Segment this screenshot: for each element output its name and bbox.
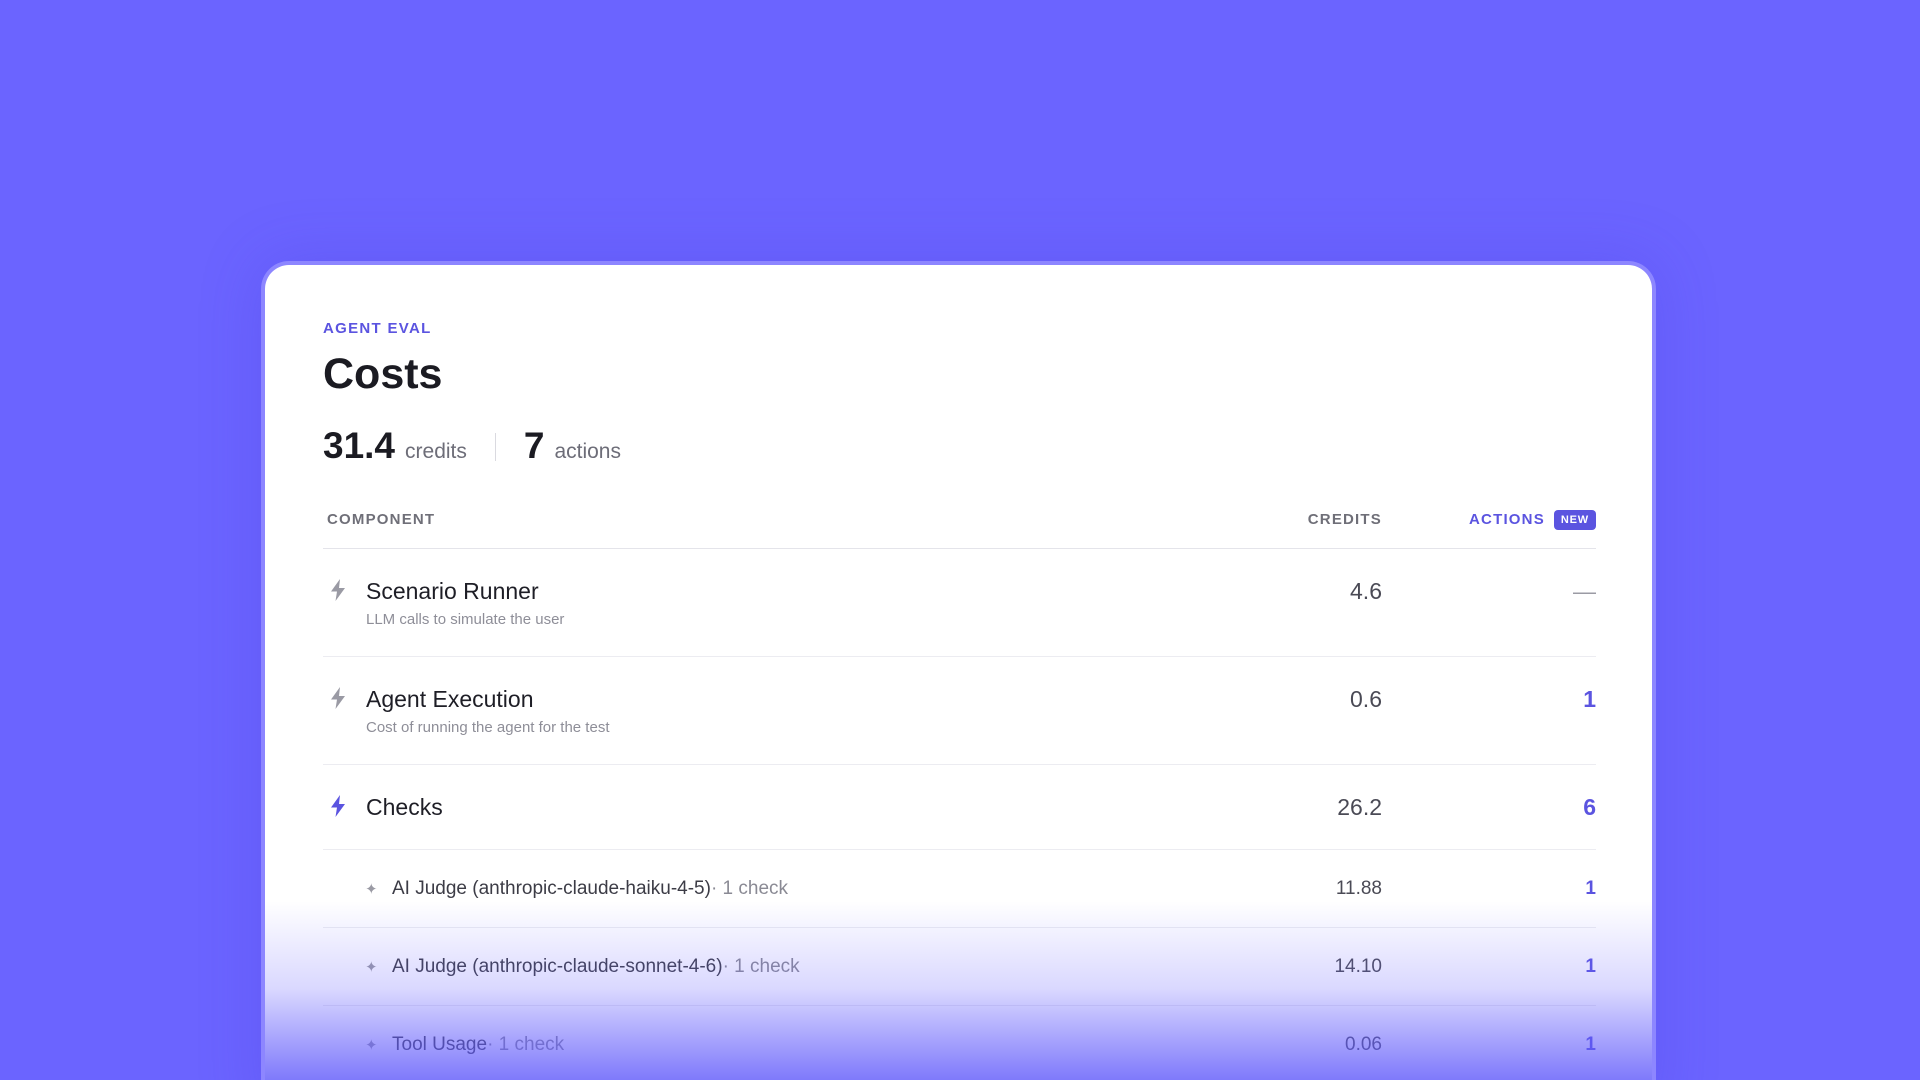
credits-value: 26.2	[1337, 794, 1382, 820]
column-header-component: COMPONENT	[327, 511, 436, 528]
costs-card: AGENT EVAL Costs 31.4 credits 7 actions …	[261, 261, 1656, 1080]
credits-value: 14.10	[1334, 956, 1382, 977]
check-count: · 1 check	[487, 1034, 565, 1055]
check-name: Tool Usage	[392, 1034, 488, 1055]
actions-total-label: actions	[554, 440, 621, 463]
summary-stats: 31.4 credits 7 actions	[323, 425, 1596, 469]
bolt-icon	[323, 577, 353, 601]
actions-value: 1	[1583, 686, 1596, 712]
table-subrow: ✦ Tool Usage · 1 check 0.06 1	[323, 1006, 1596, 1080]
component-description: LLM calls to simulate the user	[366, 611, 565, 628]
credits-value: 11.88	[1335, 878, 1382, 899]
check-count: · 1 check	[710, 878, 789, 899]
component-name: Checks	[366, 794, 443, 820]
credits-value: 4.6	[1350, 578, 1382, 604]
costs-table: COMPONENT CREDITS ACTIONS NEW Scenario R…	[323, 501, 1596, 1080]
table-subrow: ✦ AI Judge (anthropic-claude-sonnet-4-6)…	[323, 928, 1596, 1006]
sparkle-icon: ✦	[365, 881, 378, 898]
check-name: AI Judge (anthropic-claude-sonnet-4-6)	[392, 956, 723, 977]
bolt-icon	[323, 793, 353, 817]
component-name: Agent Execution	[366, 686, 534, 712]
page-title: Costs	[323, 350, 443, 398]
column-header-actions: ACTIONS NEW	[1382, 509, 1596, 530]
column-header-credits: CREDITS	[1307, 511, 1382, 528]
table-subrow: ✦ AI Judge (anthropic-claude-haiku-4-5) …	[323, 850, 1596, 928]
credits-total: 31.4	[323, 425, 396, 466]
column-header-actions-label: ACTIONS	[1469, 511, 1545, 528]
actions-total: 7	[523, 425, 545, 466]
sparkle-icon: ✦	[365, 1037, 378, 1054]
eyebrow-label: AGENT EVAL	[323, 320, 432, 337]
credits-value: 0.06	[1345, 1034, 1382, 1055]
actions-value: 6	[1583, 794, 1596, 820]
table-row-checks[interactable]: Checks 26.2 6	[323, 765, 1596, 850]
check-name: AI Judge (anthropic-claude-haiku-4-5)	[392, 878, 711, 899]
table-header: COMPONENT CREDITS ACTIONS NEW	[323, 501, 1596, 549]
actions-value: 1	[1585, 878, 1596, 899]
credits-value: 0.6	[1350, 686, 1382, 712]
bolt-icon	[323, 685, 353, 709]
table-row-scenario-runner: Scenario Runner LLM calls to simulate th…	[323, 549, 1596, 657]
table-row-agent-execution: Agent Execution Cost of running the agen…	[323, 657, 1596, 765]
component-description: Cost of running the agent for the test	[366, 719, 610, 736]
component-name: Scenario Runner	[366, 578, 539, 604]
card-content: AGENT EVAL Costs 31.4 credits 7 actions …	[323, 320, 1596, 1080]
new-badge: NEW	[1553, 509, 1596, 530]
actions-value: —	[1573, 578, 1596, 604]
stats-divider	[494, 433, 496, 461]
actions-value: 1	[1585, 1034, 1596, 1055]
sparkle-icon: ✦	[365, 959, 378, 976]
credits-total-label: credits	[405, 440, 467, 463]
check-count: · 1 check	[722, 956, 800, 977]
actions-value: 1	[1585, 956, 1596, 977]
